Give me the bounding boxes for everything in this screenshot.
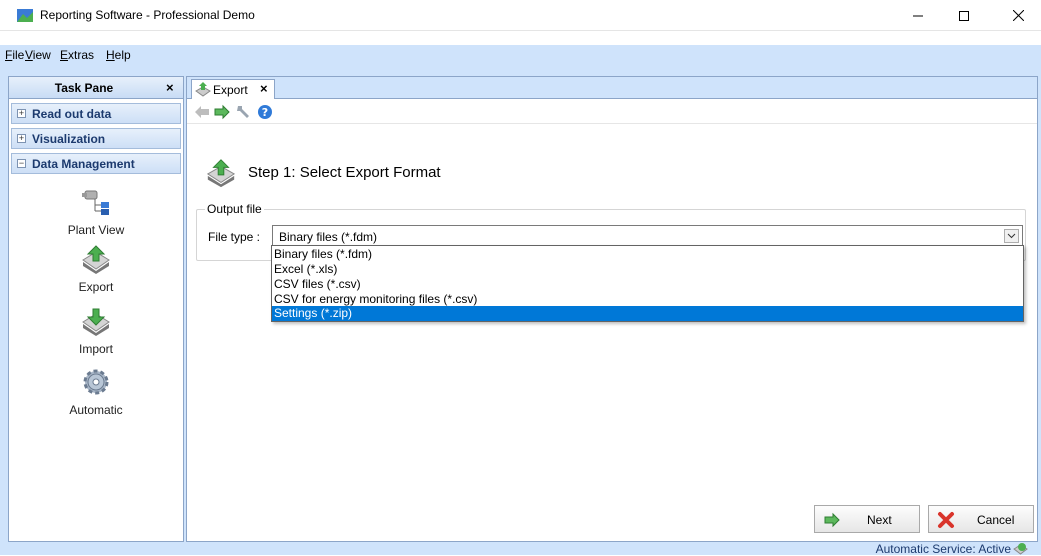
title-bar: Reporting Software - Professional Demo [0, 0, 1041, 31]
export-step-icon [206, 159, 236, 188]
menu-extras[interactable]: Extras [60, 48, 94, 62]
file-type-select[interactable]: Binary files (*.fdm) [272, 225, 1023, 247]
next-button[interactable]: Next [814, 505, 920, 533]
section-read-out-data[interactable]: + Read out data [11, 103, 181, 124]
file-type-label: File type : [208, 230, 261, 244]
option-excel[interactable]: Excel (*.xls) [272, 262, 1023, 277]
tab-strip: Export × [187, 77, 1037, 99]
step-title: Step 1: Select Export Format [248, 164, 441, 181]
svg-text:?: ? [262, 106, 268, 119]
service-active-icon [1013, 543, 1028, 555]
menu-bar: File View Extras Help [0, 45, 1041, 65]
menu-view[interactable]: View [25, 48, 51, 62]
forward-arrow-icon [824, 512, 840, 528]
toolbar: ? [187, 100, 1037, 124]
window-title: Reporting Software - Professional Demo [40, 8, 255, 22]
section-data-management[interactable]: − Data Management [11, 153, 181, 174]
task-pane-title: Task Pane [54, 81, 114, 95]
expand-icon: + [17, 108, 26, 118]
forward-arrow-icon[interactable] [213, 103, 231, 121]
menu-help[interactable]: Help [106, 48, 131, 62]
nav-automatic[interactable]: Automatic [11, 367, 181, 417]
tab-close-button[interactable]: × [260, 81, 268, 96]
close-icon [1012, 10, 1024, 21]
help-icon[interactable]: ? [256, 103, 274, 121]
file-type-value: Binary files (*.fdm) [279, 230, 378, 244]
chevron-down-icon[interactable] [1004, 229, 1019, 243]
option-csv-files[interactable]: CSV files (*.csv) [272, 277, 1023, 292]
nav-plant-view[interactable]: Plant View [11, 187, 181, 237]
status-bar: Automatic Service: Active [0, 542, 1041, 556]
tab-export[interactable]: Export × [191, 79, 275, 99]
section-visualization[interactable]: + Visualization [11, 128, 181, 149]
task-pane: Task Pane × + Read out data + Visualizat… [8, 76, 184, 542]
collapse-icon: − [17, 158, 26, 168]
export-icon [195, 82, 211, 97]
option-csv-energy-monitoring[interactable]: CSV for energy monitoring files (*.csv) [272, 292, 1023, 307]
status-text: Automatic Service: Active [875, 542, 1011, 556]
gear-icon [83, 369, 109, 395]
task-pane-header: Task Pane × [9, 77, 183, 99]
option-binary-files[interactable]: Binary files (*.fdm) [272, 247, 1023, 262]
nav-export[interactable]: Export [11, 244, 181, 294]
maximize-icon [959, 10, 969, 21]
file-type-dropdown: Binary files (*.fdm) Excel (*.xls) CSV f… [271, 245, 1024, 322]
menu-file[interactable]: File [5, 48, 24, 62]
nav-import[interactable]: Import [11, 306, 181, 356]
app-icon [17, 9, 33, 22]
minimize-button[interactable] [895, 0, 941, 31]
expand-icon: + [17, 133, 26, 143]
close-button[interactable] [995, 0, 1041, 31]
output-file-legend: Output file [205, 202, 264, 216]
cancel-icon [938, 512, 954, 528]
export-icon [82, 245, 110, 274]
back-arrow-icon[interactable] [193, 103, 211, 121]
task-pane-close-button[interactable]: × [166, 80, 174, 95]
cancel-button[interactable]: Cancel [928, 505, 1034, 533]
option-settings-zip[interactable]: Settings (*.zip) [272, 306, 1023, 321]
maximize-button[interactable] [941, 0, 987, 31]
plant-view-icon [82, 190, 109, 215]
import-icon [82, 308, 110, 336]
minimize-icon [913, 15, 923, 16]
wrench-icon[interactable] [235, 103, 253, 121]
